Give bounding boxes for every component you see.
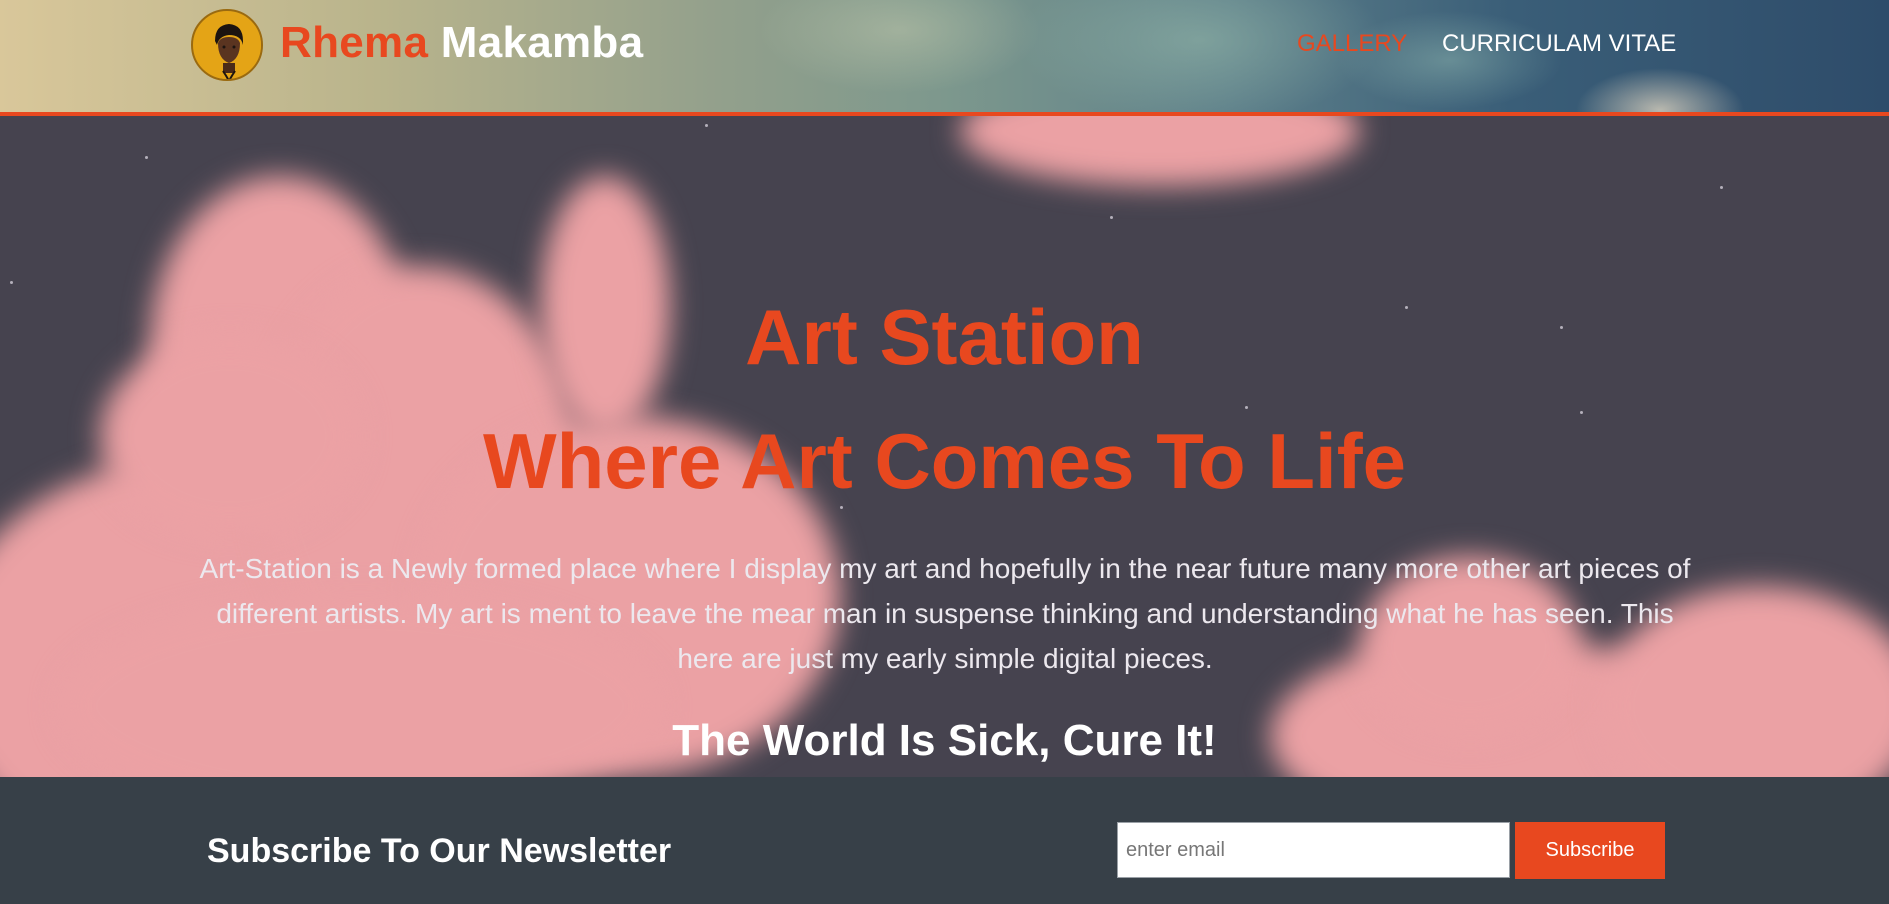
brand-last-name: Makamba	[440, 18, 644, 67]
hero-subtitle: Where Art Comes To Life	[482, 417, 1407, 505]
avatar-portrait-icon-graphic	[194, 12, 261, 79]
subscribe-button[interactable]: Subscribe	[1515, 822, 1665, 879]
avatar-portrait-icon[interactable]	[191, 9, 263, 81]
hero-section: Art Station Where Art Comes To Life Art-…	[0, 116, 1889, 777]
nav-link-gallery[interactable]: GALLERY	[1297, 30, 1407, 58]
email-field[interactable]	[1117, 822, 1510, 878]
hero-content: Art Station Where Art Comes To Life Art-…	[0, 116, 1889, 777]
hero-slogan: The World Is Sick, Cure It!	[672, 716, 1217, 765]
hero-description: Art-Station is a Newly formed place wher…	[199, 553, 1691, 674]
newsletter-title: Subscribe To Our Newsletter	[207, 832, 672, 870]
brand-first-name: Rhema	[280, 18, 429, 67]
newsletter-section: Subscribe To Our Newsletter Subscribe	[0, 777, 1889, 904]
hero-title: Art Station	[745, 293, 1144, 381]
site-brand[interactable]: Rhema Makamba	[280, 18, 643, 68]
nav-link-curriculum-vitae[interactable]: CURRICULAM VITAE	[1442, 30, 1676, 58]
site-header: Rhema Makamba GALLERY CURRICULAM VITAE	[0, 0, 1889, 116]
